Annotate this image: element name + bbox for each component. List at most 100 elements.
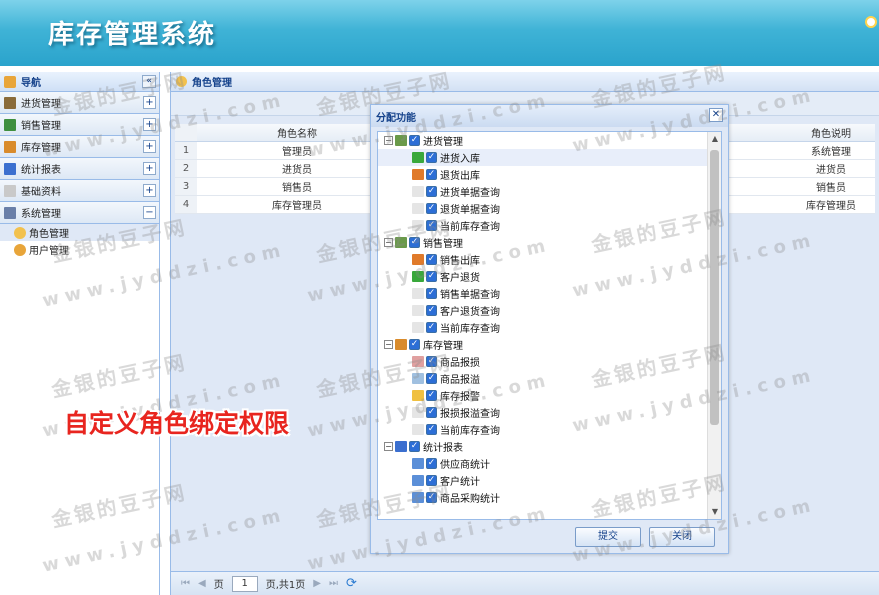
role-desc-cell: 进货员	[816, 165, 846, 176]
nav-item-toggle[interactable]: +	[143, 140, 156, 153]
nav-item[interactable]: 系统管理 −	[0, 202, 159, 224]
checkbox[interactable]: ✓	[426, 458, 437, 469]
nav-item-label: 系统管理	[21, 209, 61, 220]
checkbox[interactable]: ✓	[426, 203, 437, 214]
checkbox[interactable]: ✓	[426, 407, 437, 418]
tree-leaf-node[interactable]: ✓ 供应商统计	[378, 455, 708, 472]
first-page-button[interactable]: ⏮	[181, 578, 190, 589]
nav-item-toggle[interactable]: +	[143, 96, 156, 109]
tree-leaf-node[interactable]: ✓ 退货单据查询	[378, 200, 708, 217]
nav-item[interactable]: 进货管理 +	[0, 92, 159, 114]
tree-leaf-node[interactable]: ✓ 商品采购统计	[378, 489, 708, 506]
nav-sub-item[interactable]: 角色管理	[0, 224, 159, 241]
function-icon	[412, 390, 424, 401]
tree-leaf-node[interactable]: ✓ 销售出库	[378, 251, 708, 268]
tree-leaf-node[interactable]: ✓ 当前库存查询	[378, 421, 708, 438]
nav-item-icon	[4, 140, 16, 153]
checkbox[interactable]: ✓	[426, 254, 437, 265]
function-icon	[412, 271, 424, 282]
function-icon	[412, 186, 424, 197]
collapse-icon[interactable]: −	[384, 442, 393, 451]
submit-button[interactable]: 提交	[575, 527, 641, 547]
settings-icon[interactable]	[865, 16, 877, 28]
checkbox[interactable]: ✓	[426, 305, 437, 316]
tree-node-label: 销售单据查询	[440, 290, 500, 301]
checkbox[interactable]: ✓	[409, 237, 420, 248]
tree-node-label: 销售管理	[423, 239, 463, 250]
nav-sub-item[interactable]: 用户管理	[0, 241, 159, 258]
nav-item[interactable]: 统计报表 +	[0, 158, 159, 180]
tree-node-label: 客户统计	[440, 477, 480, 488]
tree-leaf-node[interactable]: ✓ 当前库存查询	[378, 217, 708, 234]
role-name-cell: 进货员	[282, 165, 312, 176]
tree-group-node[interactable]: − ✓ 库存管理	[378, 336, 708, 353]
column-header-desc[interactable]: 角色说明	[787, 125, 875, 140]
dialog-close-icon[interactable]: ✕	[709, 108, 723, 122]
tree-leaf-node[interactable]: ✓ 客户统计	[378, 472, 708, 489]
page-number-input[interactable]: 1	[231, 575, 258, 592]
checkbox[interactable]: ✓	[409, 135, 420, 146]
tree-leaf-node[interactable]: ✓ 当前库存查询	[378, 319, 708, 336]
function-icon	[412, 424, 424, 435]
nav-item-toggle[interactable]: −	[143, 206, 156, 219]
checkbox[interactable]: ✓	[426, 169, 437, 180]
tree-leaf-node[interactable]: ✓ 商品报溢	[378, 370, 708, 387]
tree-leaf-node[interactable]: ✓ 报损报溢查询	[378, 404, 708, 421]
checkbox[interactable]: ✓	[426, 475, 437, 486]
app-header: 库存管理系统	[0, 0, 879, 66]
tree-leaf-node[interactable]: ✓ 库存报警	[378, 387, 708, 404]
tree-group-node[interactable]: − ✓ 销售管理	[378, 234, 708, 251]
folder-icon	[395, 339, 407, 350]
scroll-thumb[interactable]	[710, 150, 719, 425]
collapse-icon[interactable]: −	[384, 136, 393, 145]
nav-item-label: 基础资料	[21, 187, 61, 198]
checkbox[interactable]: ✓	[409, 339, 420, 350]
nav-item[interactable]: 库存管理 +	[0, 136, 159, 158]
column-header-name[interactable]: 角色名称	[197, 125, 397, 140]
row-number-header	[175, 124, 197, 141]
tree-leaf-node[interactable]: ✓ 客户退货查询	[378, 302, 708, 319]
checkbox[interactable]: ✓	[426, 220, 437, 231]
last-page-button[interactable]: ⏭	[329, 578, 338, 589]
checkbox[interactable]: ✓	[426, 424, 437, 435]
tree-leaf-node[interactable]: ✓ 进货入库	[378, 149, 708, 166]
tree-node-label: 商品采购统计	[440, 494, 500, 505]
nav-item-toggle[interactable]: +	[143, 184, 156, 197]
scroll-down-icon[interactable]: ▼	[708, 505, 721, 519]
nav-item[interactable]: 基础资料 +	[0, 180, 159, 202]
function-tree[interactable]: − ✓ 进货管理 ✓ 进货入库 ✓ 退货出库 ✓ 进货单据查询 ✓ 退货单据查询 ✓ 当前库存查询 − ✓ 销…	[377, 131, 722, 520]
nav-item-toggle[interactable]: +	[143, 118, 156, 131]
tree-leaf-node[interactable]: ✓ 客户退货	[378, 268, 708, 285]
tree-leaf-node[interactable]: ✓ 销售单据查询	[378, 285, 708, 302]
checkbox[interactable]: ✓	[426, 288, 437, 299]
nav-item[interactable]: 销售管理 +	[0, 114, 159, 136]
nav-item-icon	[4, 96, 16, 109]
prev-page-button[interactable]: ◀	[198, 578, 206, 589]
tree-leaf-node[interactable]: ✓ 进货单据查询	[378, 183, 708, 200]
collapse-icon[interactable]: −	[384, 340, 393, 349]
checkbox[interactable]: ✓	[426, 390, 437, 401]
next-page-button[interactable]: ▶	[313, 578, 321, 589]
refresh-icon[interactable]: ⟳	[346, 576, 357, 591]
app-title: 库存管理系统	[48, 20, 217, 50]
tree-scrollbar[interactable]: ▲ ▼	[707, 132, 721, 519]
nav-item-toggle[interactable]: +	[143, 162, 156, 175]
collapse-icon[interactable]: −	[384, 238, 393, 247]
checkbox[interactable]: ✓	[426, 373, 437, 384]
checkbox[interactable]: ✓	[426, 492, 437, 503]
collapse-nav-button[interactable]: «	[142, 75, 156, 88]
checkbox[interactable]: ✓	[426, 152, 437, 163]
tree-leaf-node[interactable]: ✓ 商品报损	[378, 353, 708, 370]
checkbox[interactable]: ✓	[426, 271, 437, 282]
checkbox[interactable]: ✓	[409, 441, 420, 452]
tree-leaf-node[interactable]: ✓ 退货出库	[378, 166, 708, 183]
checkbox[interactable]: ✓	[426, 322, 437, 333]
function-icon	[412, 407, 424, 418]
tree-group-node[interactable]: − ✓ 统计报表	[378, 438, 708, 455]
function-icon	[412, 169, 424, 180]
checkbox[interactable]: ✓	[426, 356, 437, 367]
tree-group-node[interactable]: − ✓ 进货管理	[378, 132, 708, 149]
checkbox[interactable]: ✓	[426, 186, 437, 197]
close-button[interactable]: 关闭	[649, 527, 715, 547]
scroll-up-icon[interactable]: ▲	[708, 132, 721, 146]
